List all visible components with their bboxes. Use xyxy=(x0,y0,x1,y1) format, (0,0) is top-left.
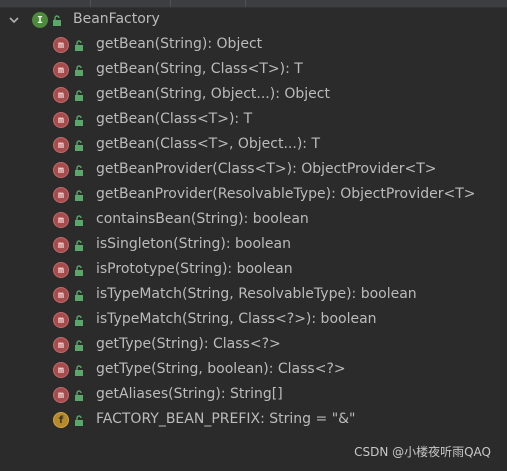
tree-method-node[interactable]: m getType(String): Class<?> xyxy=(0,333,507,358)
public-lock-icon xyxy=(74,365,84,377)
public-lock-icon xyxy=(74,40,84,52)
method-label: getBeanProvider(ResolvableType): ObjectP… xyxy=(96,186,476,202)
tree-method-node[interactable]: m isSingleton(String): boolean xyxy=(0,233,507,258)
method-icon: m xyxy=(53,112,69,128)
method-label: getBean(Class<T>): T xyxy=(96,111,253,127)
method-icon: m xyxy=(53,312,69,328)
public-lock-icon xyxy=(74,315,84,327)
method-label: isTypeMatch(String, ResolvableType): boo… xyxy=(96,286,417,302)
tree-method-node[interactable]: m getBean(String, Object...): Object xyxy=(0,83,507,108)
tree-root-node[interactable]: I BeanFactory xyxy=(0,8,507,33)
tree-method-node[interactable]: m getBeanProvider(ResolvableType): Object… xyxy=(0,183,507,208)
public-lock-icon xyxy=(74,240,84,252)
method-icon: m xyxy=(53,287,69,303)
public-lock-icon xyxy=(74,140,84,152)
method-label: getBean(Class<T>, Object...): T xyxy=(96,136,320,152)
tree-method-node[interactable]: m getBeanProvider(Class<T>): ObjectProvid… xyxy=(0,158,507,183)
tree-method-node[interactable]: m getBean(String): Object xyxy=(0,33,507,58)
method-icon: m xyxy=(53,37,69,53)
public-lock-icon xyxy=(74,415,84,427)
public-lock-icon xyxy=(74,190,84,202)
method-label: isPrototype(String): boolean xyxy=(96,261,293,277)
toolbar-separator xyxy=(245,0,246,7)
method-label: getAliases(String): String[] xyxy=(96,386,283,402)
interface-icon: I xyxy=(32,12,48,28)
method-label: getBean(String, Class<T>): T xyxy=(96,61,303,77)
public-lock-icon xyxy=(52,15,62,27)
method-icon: m xyxy=(53,87,69,103)
tree-method-node[interactable]: m getBean(Class<T>, Object...): T xyxy=(0,133,507,158)
method-icon: m xyxy=(53,262,69,278)
tree-method-node[interactable]: m getAliases(String): String[] xyxy=(0,383,507,408)
public-lock-icon xyxy=(74,390,84,402)
field-label: FACTORY_BEAN_PREFIX: String = "&" xyxy=(96,411,356,427)
public-lock-icon xyxy=(74,290,84,302)
tree-method-node[interactable]: m isPrototype(String): boolean xyxy=(0,258,507,283)
public-lock-icon xyxy=(74,90,84,102)
method-label: isTypeMatch(String, Class<?>): boolean xyxy=(96,311,377,327)
method-icon: m xyxy=(53,187,69,203)
chevron-down-icon[interactable] xyxy=(8,14,20,26)
tree-method-node[interactable]: m getBean(String, Class<T>): T xyxy=(0,58,507,83)
tree-field-node[interactable]: f FACTORY_BEAN_PREFIX: String = "&" xyxy=(0,408,507,433)
toolbar-strip xyxy=(0,0,507,8)
toolbar-separator xyxy=(90,0,91,7)
field-icon: f xyxy=(53,412,69,428)
method-label: containsBean(String): boolean xyxy=(96,211,309,227)
method-icon: m xyxy=(53,362,69,378)
tree-method-node[interactable]: m isTypeMatch(String, ResolvableType): bo… xyxy=(0,283,507,308)
public-lock-icon xyxy=(74,115,84,127)
public-lock-icon xyxy=(74,65,84,77)
method-icon: m xyxy=(53,137,69,153)
method-label: getType(String, boolean): Class<?> xyxy=(96,361,346,377)
method-icon: m xyxy=(53,237,69,253)
public-lock-icon xyxy=(74,165,84,177)
method-label: getBean(String, Object...): Object xyxy=(96,86,330,102)
method-icon: m xyxy=(53,162,69,178)
method-icon: m xyxy=(53,387,69,403)
public-lock-icon xyxy=(74,215,84,227)
method-label: getBeanProvider(Class<T>): ObjectProvide… xyxy=(96,161,437,177)
method-label: getBean(String): Object xyxy=(96,36,263,52)
tree-root-label: BeanFactory xyxy=(73,11,160,27)
method-icon: m xyxy=(53,212,69,228)
public-lock-icon xyxy=(74,265,84,277)
method-label: isSingleton(String): boolean xyxy=(96,236,291,252)
tree-method-node[interactable]: m getBean(Class<T>): T xyxy=(0,108,507,133)
tree-method-node[interactable]: m containsBean(String): boolean xyxy=(0,208,507,233)
public-lock-icon xyxy=(74,340,84,352)
method-label: getType(String): Class<?> xyxy=(96,336,281,352)
tree-method-node[interactable]: m isTypeMatch(String, Class<?>): boolean xyxy=(0,308,507,333)
watermark: CSDN @小楼夜听雨QAQ xyxy=(354,445,491,459)
tree-method-node[interactable]: m getType(String, boolean): Class<?> xyxy=(0,358,507,383)
toolbar-separator xyxy=(170,0,171,7)
method-icon: m xyxy=(53,62,69,78)
method-icon: m xyxy=(53,337,69,353)
